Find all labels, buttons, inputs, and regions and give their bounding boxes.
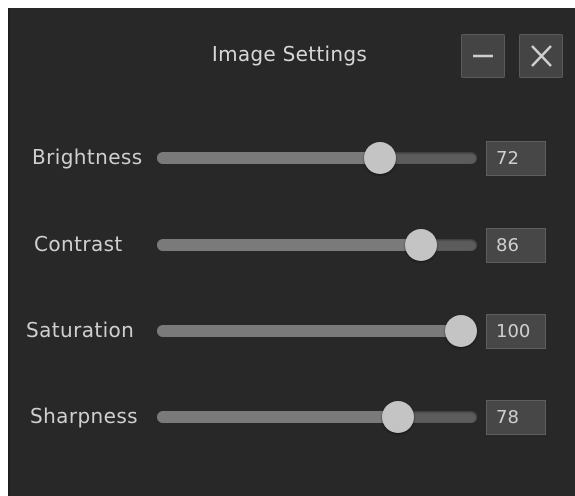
saturation-slider-thumb[interactable] (445, 315, 477, 347)
contrast-row: Contrast 86 (10, 226, 575, 266)
sharpness-value[interactable]: 78 (486, 400, 546, 435)
sharpness-slider-fill (157, 411, 398, 423)
minimize-icon (473, 54, 493, 58)
sharpness-slider[interactable] (157, 401, 477, 433)
saturation-label: Saturation (26, 318, 135, 342)
sharpness-row: Sharpness 78 (10, 398, 575, 438)
saturation-row: Saturation 100 (10, 312, 575, 352)
brightness-slider-fill (157, 152, 381, 164)
brightness-row: Brightness 72 (10, 139, 575, 179)
image-settings-window: Image Settings Brightness 72 Contrast 86… (8, 8, 575, 496)
sharpness-slider-thumb[interactable] (381, 401, 414, 433)
brightness-slider[interactable] (157, 142, 477, 174)
close-icon (531, 45, 552, 67)
contrast-slider[interactable] (157, 229, 477, 261)
brightness-slider-thumb[interactable] (364, 142, 397, 174)
close-button[interactable] (519, 34, 563, 78)
contrast-slider-thumb[interactable] (404, 229, 437, 261)
saturation-slider[interactable] (157, 315, 477, 347)
contrast-slider-fill (157, 239, 421, 251)
minimize-button[interactable] (461, 34, 505, 78)
brightness-label: Brightness (32, 145, 143, 169)
contrast-value[interactable]: 86 (486, 228, 546, 263)
contrast-label: Contrast (34, 232, 123, 256)
sharpness-label: Sharpness (30, 404, 138, 428)
saturation-slider-fill (157, 325, 461, 337)
brightness-value[interactable]: 72 (486, 141, 546, 176)
saturation-value[interactable]: 100 (486, 314, 546, 349)
